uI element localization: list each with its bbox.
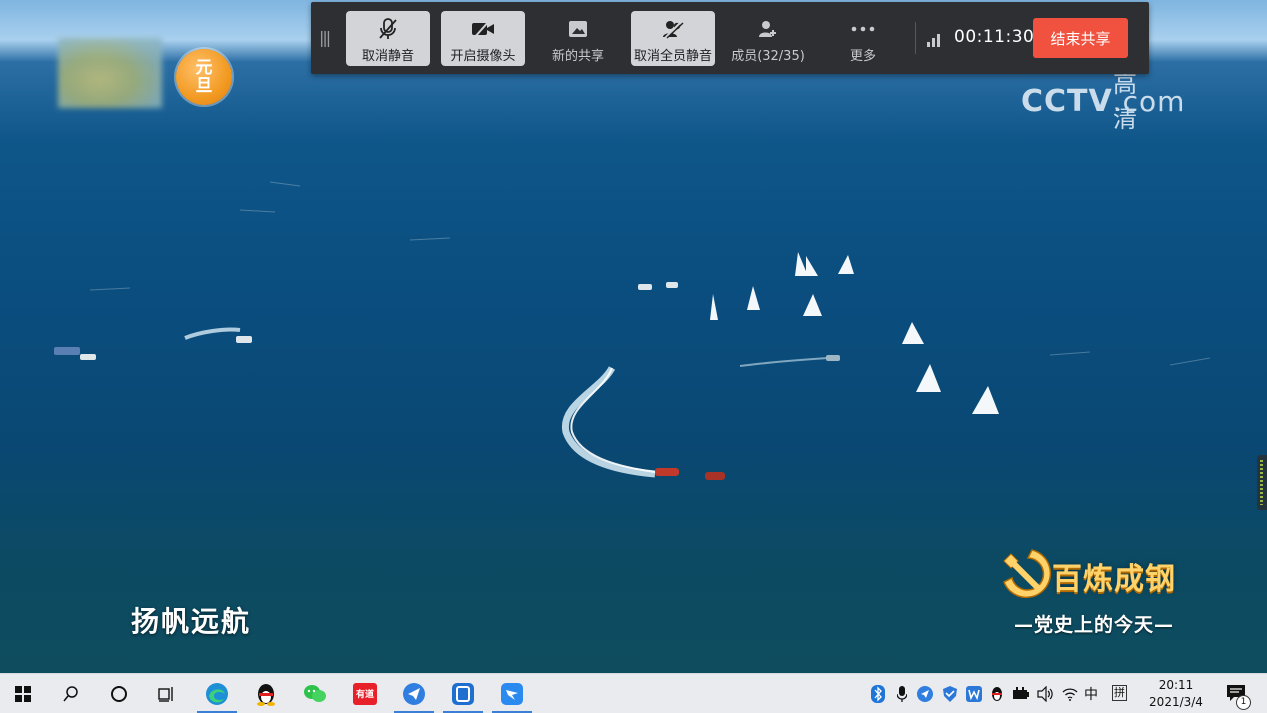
- badge-char-1: 元: [195, 58, 213, 78]
- unmute-all-label: 取消全员静音: [633, 49, 712, 64]
- wechat-icon: [304, 684, 326, 702]
- qq-tray[interactable]: [986, 674, 1008, 713]
- taskbar-app-tablet[interactable]: [440, 674, 486, 713]
- ime-mode-indicator[interactable]: 拼: [1112, 685, 1127, 701]
- unmute-button[interactable]: 取消静音: [346, 11, 430, 66]
- youdao-icon: 有道: [353, 682, 377, 705]
- shield-icon: [943, 685, 957, 702]
- camera-off-icon: [471, 17, 495, 41]
- members-button[interactable]: 成员(32/35): [726, 11, 810, 66]
- network-signal-icon[interactable]: [927, 32, 943, 51]
- dingtalk-icon: [501, 682, 523, 705]
- sailboat-fleet: [710, 252, 999, 414]
- unmute-label: 取消静音: [361, 49, 414, 64]
- qq-penguin-tray-icon: [992, 686, 1002, 701]
- microphone-tray[interactable]: [891, 674, 913, 713]
- windows-taskbar: 有道 中 拼 20:11 2021/3/4 1: [0, 673, 1267, 713]
- program-subtitle: —党史上的今天—: [1014, 614, 1175, 636]
- audio-level-meter: [1257, 455, 1267, 510]
- drag-handle-icon[interactable]: |||: [319, 28, 331, 47]
- edge-icon: [206, 682, 228, 705]
- more-dots-icon: [851, 17, 875, 41]
- new-share-label: 新的共享: [551, 49, 604, 64]
- feishu-tray[interactable]: [914, 674, 936, 713]
- search-icon: [63, 685, 78, 701]
- boat-wake: [562, 366, 656, 478]
- program-logo: 百炼成钢 —党史上的今天—: [992, 540, 1202, 640]
- taskbar-app-qq[interactable]: [243, 674, 289, 713]
- ime-language-indicator[interactable]: 中: [1084, 684, 1098, 704]
- task-view-icon: [158, 686, 173, 702]
- end-share-button[interactable]: 结束共享: [1033, 18, 1128, 58]
- cctv-com-text: .com: [1112, 85, 1186, 118]
- taskbar-app-wechat[interactable]: [292, 674, 338, 713]
- meeting-timer: 00:11:30: [954, 27, 1035, 47]
- new-year-badge: 元 旦: [176, 49, 232, 105]
- motor-boat: [655, 468, 725, 480]
- cortana-icon: [111, 685, 127, 702]
- notification-count-badge: 1: [1236, 695, 1251, 710]
- more-button[interactable]: 更多: [821, 11, 905, 66]
- wifi-icon: [1062, 687, 1078, 701]
- tablet-app-icon: [452, 682, 474, 705]
- new-share-button[interactable]: 新的共享: [536, 11, 620, 66]
- bluetooth-tray[interactable]: [867, 674, 889, 713]
- cctv-brand-text: CCTV: [1021, 84, 1113, 119]
- search-button[interactable]: [48, 674, 94, 713]
- mute-all-icon: [662, 17, 684, 41]
- taskbar-app-feishu[interactable]: [391, 674, 437, 713]
- clock-date: 2021/3/4: [1149, 695, 1203, 709]
- meeting-share-toolbar: ||| 取消静音 开启摄像头 新的共享 取消全员静音 成员(32/35) 更多 …: [311, 2, 1149, 74]
- power-tray[interactable]: [1010, 674, 1032, 713]
- task-view-button[interactable]: [144, 674, 190, 713]
- microphone-icon: [897, 685, 907, 702]
- bluetooth-icon: [871, 684, 885, 703]
- security-tray[interactable]: [939, 674, 961, 713]
- add-member-icon: [758, 17, 778, 41]
- program-title: 百炼成钢: [1052, 562, 1176, 597]
- battery-plug-icon: [1013, 686, 1029, 699]
- paper-plane-tray-icon: [917, 685, 933, 702]
- toolbar-divider: [915, 22, 916, 54]
- blurred-channel-logo: [58, 38, 162, 108]
- share-screen-icon: [568, 17, 588, 41]
- start-button[interactable]: [0, 674, 46, 713]
- cortana-button[interactable]: [96, 674, 142, 713]
- wps-icon: [966, 685, 982, 702]
- network-tray[interactable]: [1059, 674, 1081, 713]
- taskbar-app-youdao[interactable]: 有道: [342, 674, 388, 713]
- members-label: 成员(32/35): [731, 49, 805, 64]
- system-clock[interactable]: 20:11 2021/3/4: [1138, 677, 1214, 711]
- camera-label: 开启摄像头: [450, 49, 516, 64]
- motor-boat: [54, 282, 840, 361]
- cctv-brand: CCTV.com: [1021, 84, 1185, 119]
- taskbar-app-edge[interactable]: [194, 674, 240, 713]
- paper-plane-app-icon: [403, 682, 425, 705]
- start-camera-button[interactable]: 开启摄像头: [441, 11, 525, 66]
- clock-time: 20:11: [1158, 678, 1194, 692]
- unmute-all-button[interactable]: 取消全员静音: [631, 11, 715, 66]
- more-label: 更多: [849, 49, 876, 64]
- action-center-button[interactable]: 1: [1224, 682, 1251, 710]
- taskbar-app-dingtalk[interactable]: [489, 674, 535, 713]
- speaker-icon: [1037, 685, 1053, 702]
- qq-penguin-icon: [257, 683, 275, 706]
- hammer-sickle-icon: [1003, 549, 1052, 599]
- video-caption: 扬帆远航: [131, 605, 252, 638]
- windows-logo-icon: [15, 685, 31, 702]
- badge-char-2: 旦: [195, 76, 213, 96]
- mic-muted-icon: [378, 17, 398, 41]
- shared-video-frame: 元 旦 高清 CCTV.com 扬帆远航 百炼成钢 —党史上的今天—: [0, 0, 1267, 673]
- wps-tray[interactable]: [963, 674, 985, 713]
- volume-tray[interactable]: [1034, 674, 1056, 713]
